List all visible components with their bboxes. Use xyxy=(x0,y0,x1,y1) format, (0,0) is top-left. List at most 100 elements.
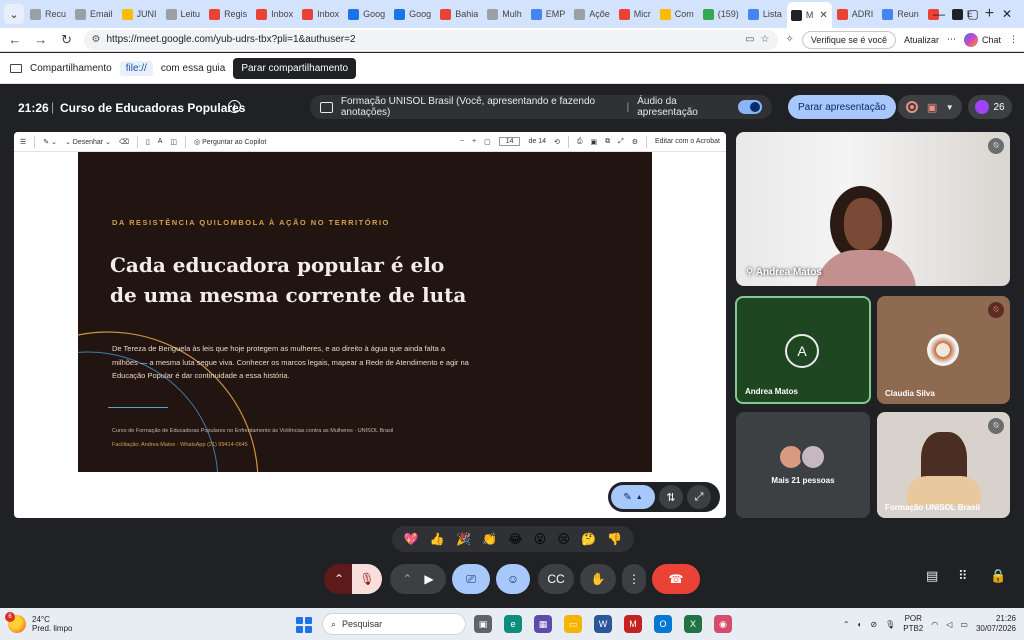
stop-sharing-button[interactable]: Parar compartilhamento xyxy=(233,57,357,79)
file-explorer-icon[interactable]: ▭ xyxy=(564,615,582,633)
browser-tab[interactable]: EMP xyxy=(527,3,570,25)
recording-controls[interactable]: ▣ ▼ xyxy=(898,95,962,119)
reaction-emoji[interactable]: 😮 xyxy=(534,533,547,545)
copilot-chat-button[interactable]: Chat xyxy=(963,32,1001,47)
draw-button[interactable]: ⌄ Desenhar ⌄ xyxy=(65,138,111,146)
forward-arrow-icon[interactable]: → xyxy=(32,31,50,49)
excel-icon[interactable]: X xyxy=(684,615,702,633)
browser-tab[interactable]: Micr xyxy=(615,3,655,25)
rotate-icon[interactable]: ⟲ xyxy=(554,138,560,146)
stop-record-icon[interactable]: ▣ xyxy=(927,101,937,114)
tray-app-icon[interactable]: ◐ xyxy=(858,620,863,629)
page-number-input[interactable]: 14 xyxy=(498,137,521,146)
reaction-emoji[interactable]: 💖 xyxy=(404,533,419,545)
captions-icon[interactable]: CC xyxy=(538,564,574,594)
reaction-emoji[interactable]: 👏 xyxy=(482,533,497,545)
word-icon[interactable]: W xyxy=(594,615,612,633)
extensions-icon[interactable]: ✧ xyxy=(786,34,794,45)
site-info-icon[interactable]: ⚙ xyxy=(92,34,101,45)
browser-tab[interactable]: Inbox xyxy=(252,3,297,25)
minimize-icon[interactable]: — xyxy=(922,0,956,28)
record-icon[interactable] xyxy=(906,101,919,113)
stop-presenting-button[interactable]: Parar apresentação xyxy=(788,95,896,119)
copilot-ask-button[interactable]: ◎ Perguntar ao Copilot xyxy=(194,138,266,146)
zoom-out-icon[interactable]: − xyxy=(460,138,464,145)
mic-off-icon[interactable]: 🎙 xyxy=(352,564,382,594)
info-icon[interactable]: i xyxy=(228,100,241,113)
maximize-icon[interactable]: ▢ xyxy=(956,0,990,28)
update-button[interactable]: Atualizar xyxy=(904,35,939,45)
move-icon[interactable]: ⇅ xyxy=(659,485,683,509)
chat-icon[interactable]: ▤ xyxy=(926,568,938,584)
edge-icon[interactable]: e xyxy=(504,615,522,633)
browser-tab[interactable]: Goog xyxy=(344,3,389,25)
host-controls-icon[interactable]: 🔒 xyxy=(990,568,1006,584)
activities-icon[interactable]: ⠿ xyxy=(958,568,968,584)
verify-identity-button[interactable]: Verifique se é você xyxy=(801,30,896,49)
browser-tab[interactable]: Leitu xyxy=(162,3,205,25)
more-menu-icon[interactable]: ⋯ xyxy=(947,34,956,45)
camera-icon[interactable]: ▭ xyxy=(745,34,754,45)
reload-icon[interactable]: ↻ xyxy=(58,31,76,49)
browser-tab[interactable]: Recu xyxy=(26,3,70,25)
audio-toggle[interactable] xyxy=(738,100,762,114)
fit-page-icon[interactable]: ▢ xyxy=(484,138,491,146)
edit-acrobat-button[interactable]: Editar com o Acrobat xyxy=(655,138,720,145)
tab-search-chevron-icon[interactable]: ⌄ xyxy=(4,4,24,24)
speaker-tile-andrea[interactable]: ⍉ ⚲ Andrea Matos xyxy=(736,132,1010,286)
reaction-emoji[interactable]: 😂 xyxy=(508,533,522,545)
zoom-in-icon[interactable]: + xyxy=(472,138,476,145)
volume-icon[interactable]: ◁ xyxy=(946,620,952,629)
reaction-emoji[interactable]: 🎉 xyxy=(456,533,471,545)
more-options-icon[interactable]: ⋮ xyxy=(622,564,646,594)
browser-tab[interactable]: (159) xyxy=(699,3,743,25)
weather-widget[interactable]: 6 24°C Pred. limpo xyxy=(5,612,128,633)
tray-mic-muted-icon[interactable]: 🎙 xyxy=(885,620,895,629)
browser-tab[interactable]: Email xyxy=(71,3,117,25)
task-view-icon[interactable]: ▣ xyxy=(474,615,492,633)
tray-chevron-icon[interactable]: ⌃ xyxy=(843,620,850,629)
text-size-icon[interactable]: A xyxy=(158,138,163,145)
more-participants-tile[interactable]: Mais 21 pessoas xyxy=(736,412,870,518)
browser-tab[interactable]: Goog xyxy=(390,3,435,25)
dropdown-arrow-icon[interactable]: ▼ xyxy=(946,103,954,112)
tab-close-icon[interactable]: ✕ xyxy=(819,10,827,21)
eraser-icon[interactable]: ⌫ xyxy=(119,138,129,146)
raise-hand-icon[interactable]: ✋ xyxy=(580,564,616,594)
antivirus-icon[interactable]: M xyxy=(624,615,642,633)
back-arrow-icon[interactable]: ← xyxy=(6,31,24,49)
participant-tile-formacao[interactable]: ⍉ Formação UNISOL Brasil xyxy=(877,412,1010,518)
browser-tab[interactable]: ADRI xyxy=(833,3,878,25)
emoji-reactions-button[interactable]: ☺ xyxy=(496,564,530,594)
browser-tab[interactable]: Com xyxy=(656,3,698,25)
save-icon[interactable]: ▣ xyxy=(591,138,598,146)
present-screen-button[interactable]: ⎚ xyxy=(452,564,490,594)
outlook-icon[interactable]: O xyxy=(654,615,672,633)
participant-tile-claudia[interactable]: ⍉ Claudia Silva xyxy=(877,296,1010,404)
highlight-icon[interactable]: ✎ ⌄ xyxy=(43,138,57,146)
expand-icon[interactable]: ⤢ xyxy=(687,485,711,509)
taskbar-search[interactable]: ⌕ Pesquisar xyxy=(322,613,466,635)
browser-tab[interactable]: Lista xyxy=(744,3,786,25)
tray-mic-icon[interactable]: ⊘ xyxy=(870,620,877,629)
battery-icon[interactable]: ▭ xyxy=(960,620,968,629)
close-window-icon[interactable]: ✕ xyxy=(990,0,1024,28)
reaction-emoji[interactable]: 🤔 xyxy=(581,533,596,545)
save-as-icon[interactable]: ⧉ xyxy=(605,138,610,146)
language-indicator[interactable]: POR PTB2 xyxy=(903,614,923,634)
settings-gear-icon[interactable]: ⚙ xyxy=(632,138,638,146)
app-icon[interactable]: ◉ xyxy=(714,615,732,633)
read-aloud-icon[interactable]: ◫ xyxy=(170,138,177,146)
browser-tab[interactable]: Reun xyxy=(878,3,923,25)
browser-tab[interactable]: Açõe xyxy=(570,3,614,25)
annotate-pen-button[interactable]: ✎ ▲ xyxy=(611,485,655,509)
fullscreen-icon[interactable]: ⤢ xyxy=(618,138,624,146)
browser-tab[interactable]: M ✕ xyxy=(786,2,832,28)
mic-options-chevron-icon[interactable]: ⌃ xyxy=(324,564,354,594)
address-bar[interactable]: ⚙ https://meet.google.com/yub-udrs-tbx?p… xyxy=(83,29,778,50)
participant-tile-andrea[interactable]: A Andrea Matos xyxy=(735,296,871,404)
bookmark-star-icon[interactable]: ☆ xyxy=(761,34,770,45)
camera-button[interactable]: ⌃ ▶ xyxy=(390,564,446,594)
browser-tab[interactable]: JUNI xyxy=(118,3,161,25)
browser-menu-icon[interactable]: ⋮ xyxy=(1009,34,1018,45)
